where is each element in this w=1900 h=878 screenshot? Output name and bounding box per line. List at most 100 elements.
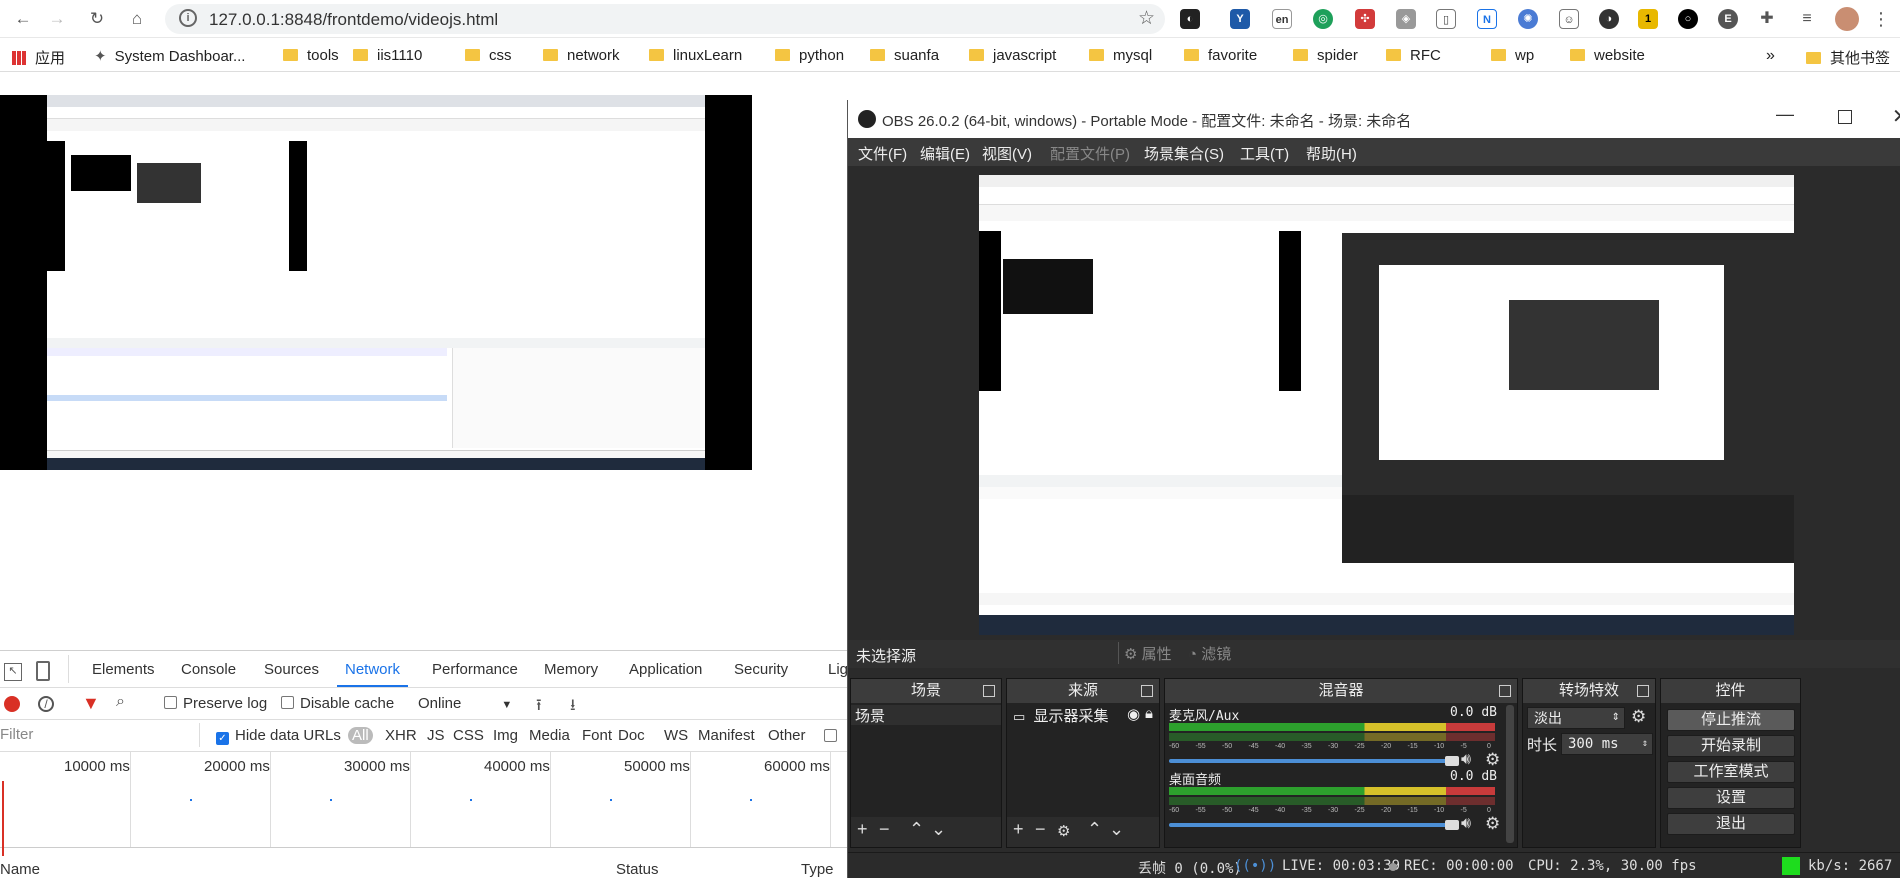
volume-slider[interactable] xyxy=(1169,823,1449,827)
checkbox-icon[interactable] xyxy=(824,729,837,742)
bookmark-5[interactable]: network xyxy=(543,47,620,64)
filters-button[interactable]: ◔ 滤镜 xyxy=(1188,643,1231,664)
remove-icon[interactable]: − xyxy=(879,819,890,840)
move-up-icon[interactable]: ⌃ xyxy=(1087,819,1102,840)
checkbox-icon[interactable] xyxy=(164,696,177,709)
tab-network[interactable]: Network xyxy=(336,661,409,687)
extension-icon[interactable]: ◑ xyxy=(1599,9,1619,29)
type-filter-media[interactable]: Media xyxy=(529,727,570,744)
blocked-requests-checkbox[interactable] xyxy=(824,729,843,744)
bookmark-3[interactable]: iis1110 xyxy=(353,47,422,64)
gear-icon[interactable]: ⚙ xyxy=(1485,814,1500,834)
site-info-icon[interactable]: i xyxy=(179,9,197,27)
filter-icon[interactable]: ▼ xyxy=(82,693,100,714)
back-arrow-icon[interactable]: ← xyxy=(12,8,34,30)
mixer-scrollbar[interactable] xyxy=(1506,705,1514,843)
menu-item[interactable]: 文件(F) xyxy=(858,143,907,164)
gear-icon[interactable]: ⚙ xyxy=(1631,707,1646,727)
preserve-log-checkbox[interactable]: Preserve log xyxy=(164,695,267,712)
puzzle-icon[interactable]: ✚ xyxy=(1757,9,1777,29)
type-filter-css[interactable]: CSS xyxy=(453,727,484,744)
extension-icon[interactable]: Y xyxy=(1230,9,1250,29)
url-text[interactable]: 127.0.0.1:8848/frontdemo/videojs.html xyxy=(209,10,498,30)
search-icon[interactable]: ⌕ xyxy=(116,693,125,711)
tab-console[interactable]: Console xyxy=(181,661,236,678)
video-player[interactable] xyxy=(0,95,752,470)
undock-icon[interactable] xyxy=(1141,685,1153,697)
evernote-icon[interactable]: E xyxy=(1718,9,1738,29)
gear-icon[interactable]: ⚙ xyxy=(1057,822,1070,840)
volume-slider-knob[interactable] xyxy=(1445,756,1459,766)
tab-performance[interactable]: Performance xyxy=(432,661,518,678)
extension-icon[interactable]: en xyxy=(1272,9,1292,29)
extension-icon[interactable]: ○ xyxy=(1678,9,1698,29)
type-filter-font[interactable]: Font xyxy=(582,727,612,744)
add-icon[interactable]: + xyxy=(1013,819,1024,840)
control-button[interactable]: 设置 xyxy=(1667,787,1795,809)
tab-sources[interactable]: Sources xyxy=(264,661,319,678)
speaker-icon[interactable]: 🔊︎ xyxy=(1461,751,1471,769)
tab-security[interactable]: Security xyxy=(734,661,788,678)
throttle-select[interactable]: Online ▼ xyxy=(418,695,512,712)
type-filter-ws[interactable]: WS xyxy=(664,727,688,744)
bookmark-8[interactable]: suanfa xyxy=(870,47,939,64)
column-header-status[interactable]: Status xyxy=(616,861,659,878)
extension-icon[interactable]: ◎ xyxy=(1313,9,1333,29)
bookmark-7[interactable]: python xyxy=(775,47,844,64)
type-filter-img[interactable]: Img xyxy=(493,727,518,744)
disable-cache-checkbox[interactable]: Disable cache xyxy=(281,695,394,712)
menu-item[interactable]: 工具(T) xyxy=(1240,143,1289,164)
bookmark-0[interactable]: 应用 xyxy=(12,47,65,68)
reload-icon[interactable]: ↻ xyxy=(86,8,108,30)
volume-slider-knob[interactable] xyxy=(1445,820,1459,830)
menu-item[interactable]: 编辑(E) xyxy=(920,143,970,164)
control-button[interactable]: 开始录制 xyxy=(1667,735,1795,757)
move-up-icon[interactable]: ⌃ xyxy=(909,819,924,840)
clear-icon[interactable]: / xyxy=(38,696,54,712)
column-header-type[interactable]: Type xyxy=(801,861,834,878)
source-item[interactable]: ▭ 显示器采集 ◉ 🔒︎ xyxy=(1009,705,1159,725)
bookmark-6[interactable]: linuxLearn xyxy=(649,47,742,64)
control-button[interactable]: 工作室模式 xyxy=(1667,761,1795,783)
bookmark-1[interactable]: ✦ System Dashboar... xyxy=(94,47,245,65)
tab-lig[interactable]: Lig xyxy=(828,661,848,678)
move-down-icon[interactable]: ⌄ xyxy=(1109,819,1124,840)
transition-select[interactable]: 淡出 ⇕ xyxy=(1527,707,1625,729)
gear-icon[interactable]: ⚙ xyxy=(1485,750,1500,770)
move-down-icon[interactable]: ⌄ xyxy=(931,819,946,840)
control-button[interactable]: 停止推流 xyxy=(1667,709,1795,731)
maximize-icon[interactable] xyxy=(1838,110,1852,124)
add-icon[interactable]: + xyxy=(857,819,868,840)
volume-slider[interactable] xyxy=(1169,759,1449,763)
minimize-icon[interactable]: — xyxy=(1776,104,1794,125)
bookmark-11[interactable]: favorite xyxy=(1184,47,1257,64)
bookmark-13[interactable]: RFC xyxy=(1386,47,1441,64)
type-filter-xhr[interactable]: XHR xyxy=(385,727,417,744)
checkbox-checked-icon[interactable]: ✓ xyxy=(216,732,229,745)
obs-preview-canvas[interactable] xyxy=(979,175,1794,635)
undock-icon[interactable] xyxy=(983,685,995,697)
type-filter-doc[interactable]: Doc xyxy=(618,727,645,744)
more-bookmarks-icon[interactable]: » xyxy=(1766,47,1775,65)
menu-item[interactable]: 视图(V) xyxy=(982,143,1032,164)
visibility-eye-icon[interactable]: ◉ xyxy=(1127,705,1140,723)
bookmark-star-icon[interactable]: ☆ xyxy=(1138,7,1155,30)
speaker-icon[interactable]: 🔊︎ xyxy=(1461,815,1471,833)
extension-icon[interactable]: 1 xyxy=(1638,9,1658,29)
duration-input[interactable]: 300 ms ⇕ xyxy=(1561,733,1653,755)
inspect-element-icon[interactable]: ↖ xyxy=(4,663,22,681)
other-bookmarks[interactable]: 其他书签 xyxy=(1806,47,1890,68)
avatar[interactable] xyxy=(1835,7,1859,31)
tab-elements[interactable]: Elements xyxy=(92,661,155,678)
extension-icon[interactable]: ✺ xyxy=(1518,9,1538,29)
properties-button[interactable]: ⚙ 属性 xyxy=(1124,643,1172,664)
hide-data-urls-checkbox[interactable]: ✓ Hide data URLs xyxy=(216,727,341,745)
extension-icon[interactable]: ☺ xyxy=(1559,9,1579,29)
bookmark-12[interactable]: spider xyxy=(1293,47,1358,64)
type-filter-js[interactable]: JS xyxy=(427,727,445,744)
menu-item[interactable]: 场景集合(S) xyxy=(1144,143,1224,164)
type-filter-all[interactable]: All xyxy=(348,727,373,744)
extension-icon[interactable]: N xyxy=(1477,9,1497,29)
menu-icon[interactable]: ⋮ xyxy=(1870,8,1892,30)
close-icon[interactable]: ✕ xyxy=(1892,104,1900,129)
